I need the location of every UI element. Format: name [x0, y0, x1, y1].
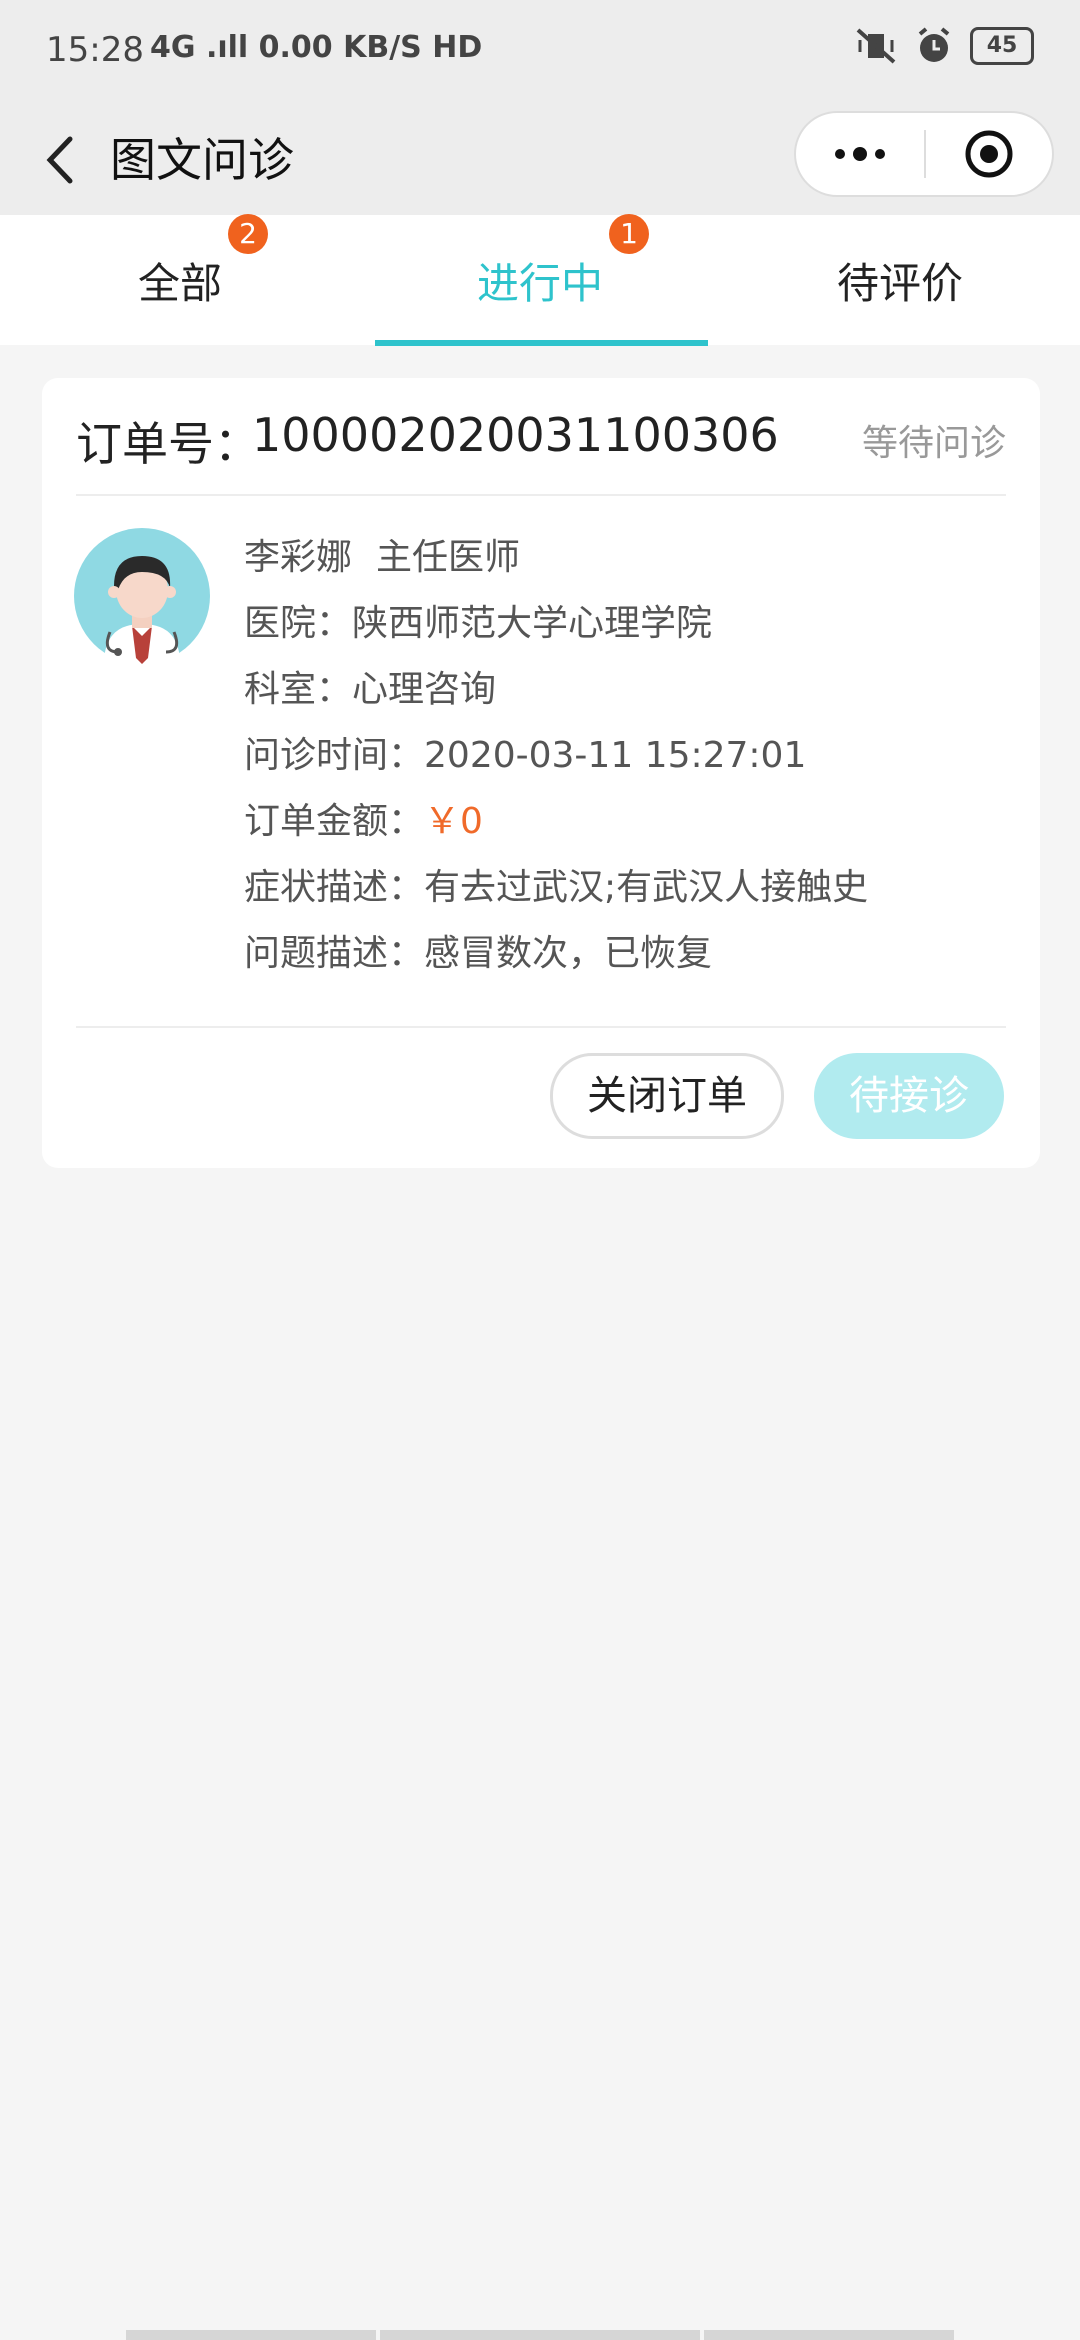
doctor-info: 李彩娜 主任医师 医院：陕西师范大学心理学院 科室：心理咨询 问诊时间：2020-… — [244, 530, 1004, 992]
consult-time-label: 问诊时间： — [244, 735, 425, 776]
target-icon — [965, 130, 1013, 178]
back-icon[interactable] — [36, 125, 90, 195]
consult-time-line: 问诊时间：2020-03-11 15:27:01 — [244, 728, 1004, 794]
awaiting-consultation-button[interactable]: 待接诊 — [814, 1053, 1004, 1139]
gesture-bar-center — [380, 2330, 700, 2340]
alarm-icon — [918, 27, 950, 62]
order-status: 等待问诊 — [861, 423, 1006, 464]
status-bar: 15:28 4G .ıll 0.00 KB/S HD 45 — [0, 0, 1080, 105]
amount-label: 订单金额： — [244, 801, 425, 842]
doctor-line: 李彩娜 主任医师 — [244, 530, 1004, 596]
gesture-bar-right — [704, 2330, 954, 2340]
tab-all-label: 全部 — [137, 258, 222, 308]
page-title: 图文问诊 — [110, 133, 294, 187]
order-number-label: 订单号： — [76, 417, 260, 471]
card-divider-top — [76, 494, 1006, 496]
consult-time-value: 2020-03-11 15:27:01 — [424, 735, 807, 776]
amount-value: ￥0 — [424, 801, 483, 842]
order-header: 订单号： 100002020031100306 等待问诊 — [76, 408, 1006, 478]
battery-icon: 45 — [970, 27, 1034, 65]
close-order-button[interactable]: 关闭订单 — [550, 1053, 784, 1139]
hospital-value: 陕西师范大学心理学院 — [352, 603, 713, 644]
tab-bar: 全部 2 进行中 1 待评价 — [0, 213, 1080, 345]
tab-in-progress-badge: 1 — [609, 213, 649, 254]
mini-program-capsule — [794, 111, 1054, 197]
symptom-line: 症状描述：有去过武汉;有武汉人接触史 — [244, 860, 1004, 926]
nav-bar: 图文问诊 — [0, 105, 1080, 215]
order-number: 100002020031100306 — [252, 408, 779, 462]
order-card[interactable]: 订单号： 100002020031100306 等待问诊 李彩娜 主任医师 医院：… — [42, 378, 1040, 1168]
active-tab-indicator — [375, 340, 708, 346]
close-mini-program-button[interactable] — [926, 113, 1052, 195]
symptom-label: 症状描述： — [244, 867, 425, 908]
card-divider-bottom — [76, 1026, 1006, 1028]
mute-vibrate-icon — [856, 28, 896, 64]
status-time: 15:28 — [46, 30, 144, 70]
problem-label: 问题描述： — [244, 933, 425, 974]
symptom-value: 有去过武汉;有武汉人接触史 — [424, 867, 869, 908]
tab-to-review-label: 待评价 — [836, 258, 963, 308]
more-dots-icon — [835, 147, 885, 161]
status-icons: 45 — [854, 26, 1034, 66]
amount-line: 订单金额：￥0 — [244, 794, 1004, 860]
network-indicator: 4G .ıll 0.00 KB/S HD — [150, 30, 483, 65]
tab-in-progress[interactable]: 进行中 1 — [360, 213, 720, 345]
tab-to-review[interactable]: 待评价 — [720, 215, 1080, 345]
problem-value: 感冒数次，已恢复 — [424, 933, 713, 974]
department-label: 科室： — [244, 669, 353, 710]
department-value: 心理咨询 — [352, 669, 497, 710]
tab-all[interactable]: 全部 2 — [0, 213, 360, 345]
doctor-avatar — [74, 528, 210, 664]
hospital-label: 医院： — [244, 603, 353, 644]
more-menu-button[interactable] — [796, 113, 924, 195]
doctor-name: 李彩娜 — [244, 537, 353, 578]
tab-in-progress-label: 进行中 — [476, 258, 603, 308]
doctor-title: 主任医师 — [376, 537, 521, 578]
tab-all-badge: 2 — [228, 213, 268, 254]
department-line: 科室：心理咨询 — [244, 662, 1004, 728]
hospital-line: 医院：陕西师范大学心理学院 — [244, 596, 1004, 662]
problem-line: 问题描述：感冒数次，已恢复 — [244, 926, 1004, 992]
gesture-bar-left — [126, 2330, 376, 2340]
